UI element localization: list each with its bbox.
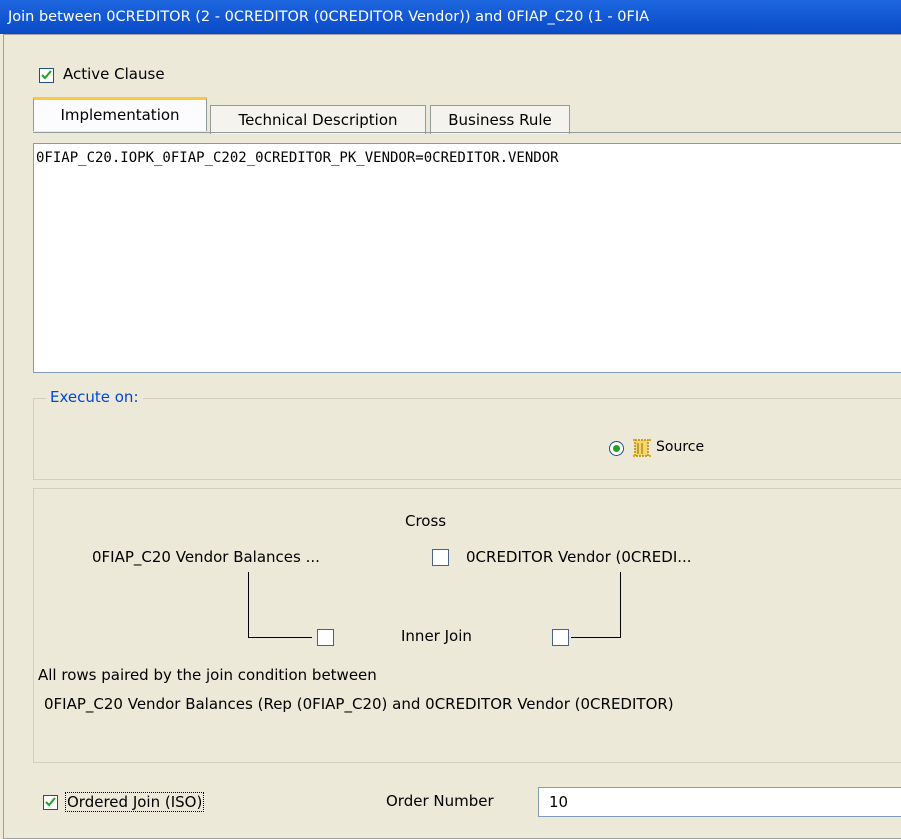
tab-implementation[interactable]: Implementation bbox=[33, 97, 207, 131]
right-table-label: 0CREDITOR Vendor (0CREDI... bbox=[466, 548, 692, 566]
execute-on-legend: Execute on: bbox=[46, 388, 143, 406]
inner-join-label: Inner Join bbox=[401, 627, 472, 645]
order-number-label: Order Number bbox=[386, 792, 494, 810]
execute-on-source-label[interactable]: Source bbox=[656, 439, 704, 455]
order-number-input[interactable]: 10 bbox=[538, 787, 901, 817]
left-outer-join-checkbox[interactable] bbox=[317, 629, 334, 646]
source-datastore-icon bbox=[632, 438, 652, 458]
join-type-group bbox=[33, 488, 901, 763]
left-join-connector bbox=[248, 572, 249, 638]
execute-on-group bbox=[33, 398, 901, 480]
ordered-join-checkbox[interactable] bbox=[43, 795, 58, 810]
checkmark-icon bbox=[41, 70, 52, 80]
join-description-line2: 0FIAP_C20 Vendor Balances (Rep (0FIAP_C2… bbox=[44, 695, 674, 713]
right-outer-join-checkbox[interactable] bbox=[552, 629, 569, 646]
cross-join-label: Cross bbox=[405, 512, 447, 530]
left-table-label: 0FIAP_C20 Vendor Balances ... bbox=[92, 548, 320, 566]
tab-technical-description[interactable]: Technical Description bbox=[210, 105, 426, 134]
cross-join-checkbox[interactable] bbox=[432, 549, 449, 566]
join-description-line1: All rows paired by the join condition be… bbox=[38, 666, 377, 684]
left-join-connector-horizontal bbox=[248, 637, 312, 638]
active-clause-checkbox[interactable] bbox=[39, 68, 54, 83]
execute-on-source-radio[interactable] bbox=[609, 441, 624, 456]
ordered-join-label[interactable]: Ordered Join (ISO) bbox=[65, 792, 205, 812]
window-title: Join between 0CREDITOR (2 - 0CREDITOR (0… bbox=[0, 0, 901, 34]
right-join-connector-horizontal bbox=[571, 637, 621, 638]
right-join-connector bbox=[620, 572, 621, 638]
active-clause-label[interactable]: Active Clause bbox=[63, 65, 165, 83]
checkmark-icon bbox=[45, 797, 56, 807]
tab-strip-border bbox=[33, 132, 901, 133]
join-condition-editor[interactable]: 0FIAP_C20.IOPK_0FIAP_C202_0CREDITOR_PK_V… bbox=[33, 143, 901, 373]
tab-business-rule[interactable]: Business Rule bbox=[430, 105, 570, 134]
